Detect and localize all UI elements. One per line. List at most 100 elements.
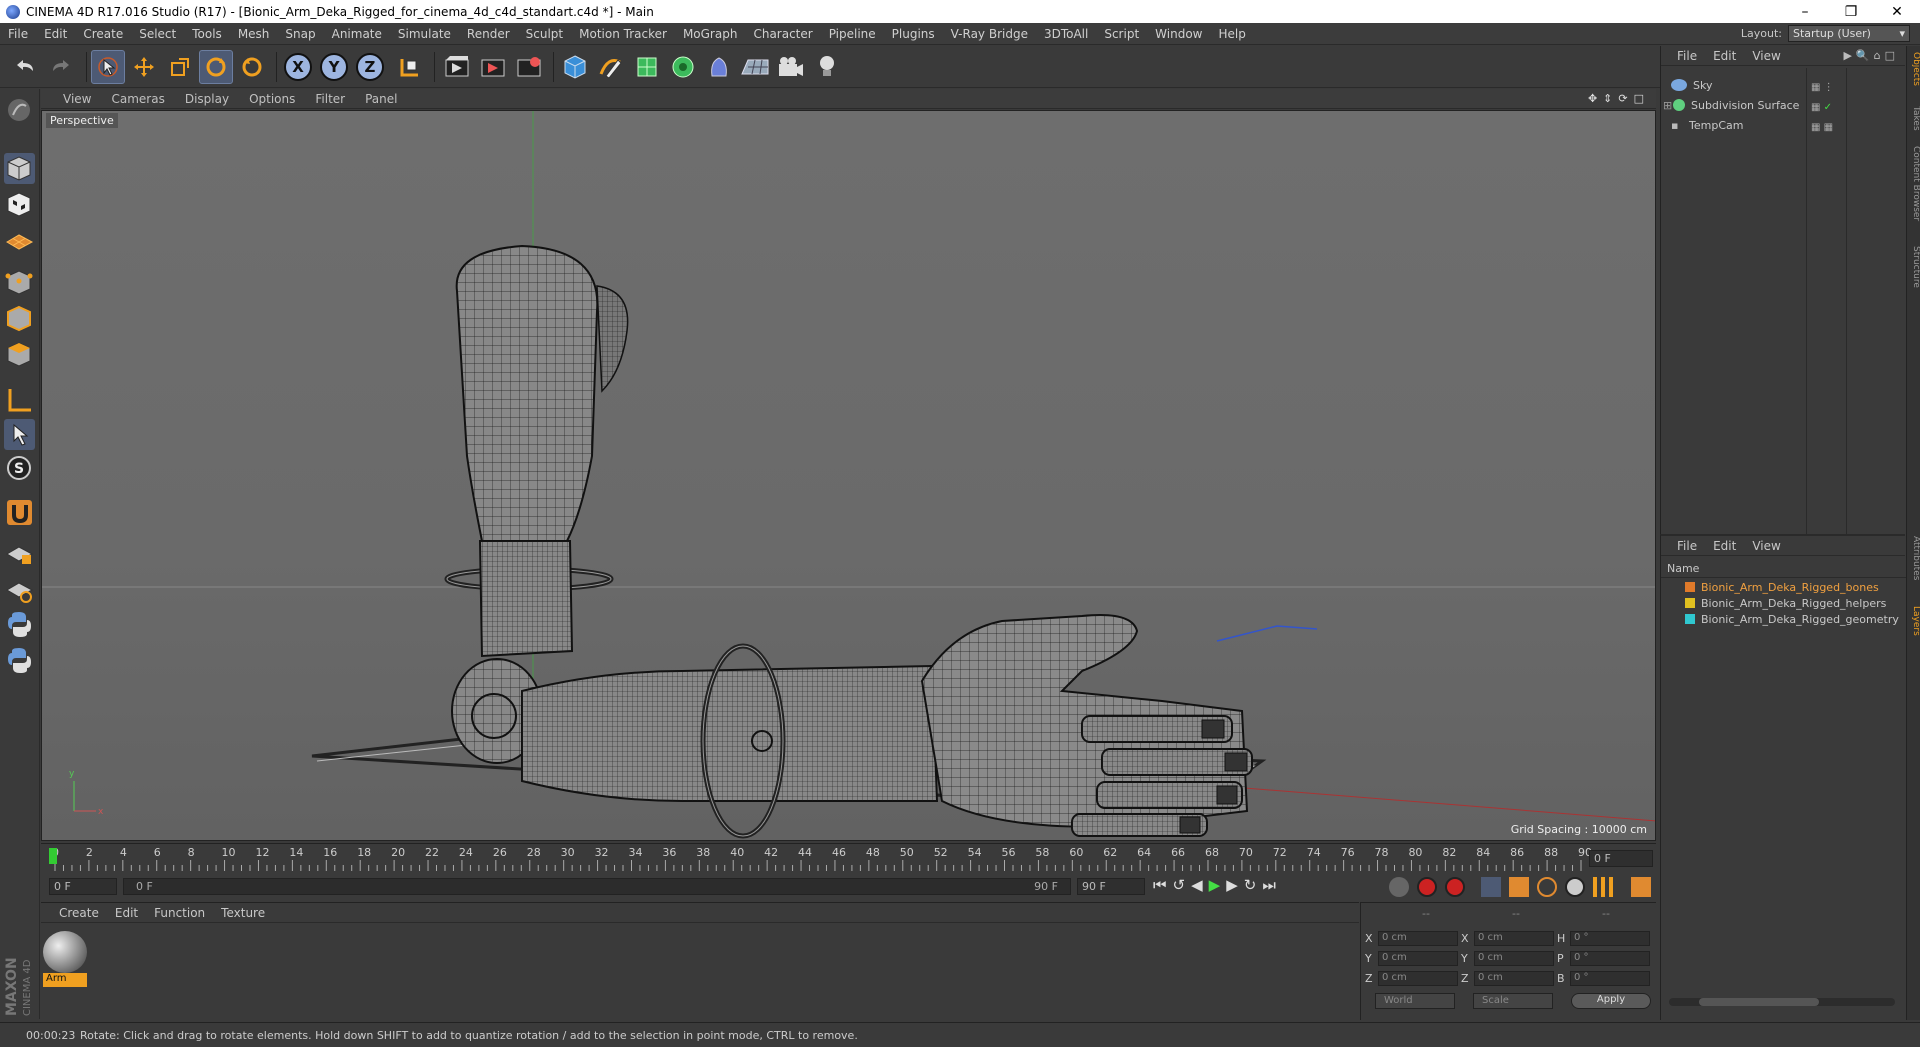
viewport-menu-view[interactable]: View bbox=[53, 92, 101, 106]
live-select-icon[interactable] bbox=[235, 50, 269, 84]
layer-row[interactable]: Bionic_Arm_Deka_Rigged_geometry bbox=[1661, 610, 1906, 628]
cube-primitive-icon[interactable] bbox=[558, 50, 592, 84]
previous-key-icon[interactable]: ↺ bbox=[1173, 876, 1186, 894]
scrollbar-thumb[interactable] bbox=[1699, 998, 1819, 1006]
undo-icon[interactable] bbox=[8, 50, 42, 84]
minimize-icon[interactable]: – bbox=[1782, 4, 1828, 20]
x-axis-lock-button[interactable]: X bbox=[284, 53, 312, 81]
viewport-menu-options[interactable]: Options bbox=[239, 92, 305, 106]
restore-icon[interactable]: ❐ bbox=[1828, 4, 1874, 20]
key-point-level-icon[interactable] bbox=[1593, 877, 1613, 897]
playhead[interactable] bbox=[49, 848, 57, 864]
play-icon[interactable]: ▶ bbox=[1209, 876, 1221, 894]
auto-keying-icon[interactable] bbox=[1445, 877, 1465, 897]
model-mode-icon[interactable] bbox=[4, 153, 35, 184]
object-flags[interactable]: ▦ ⋮ ▦ ✓ ▦ ▦ bbox=[1811, 78, 1841, 138]
coordinate-space-dropdown[interactable]: World bbox=[1375, 993, 1455, 1009]
close-icon[interactable]: ✕ bbox=[1874, 4, 1920, 20]
viewport-menu-display[interactable]: Display bbox=[175, 92, 239, 106]
tab-attributes[interactable]: Attributes bbox=[1907, 536, 1920, 580]
menu-3dtoall[interactable]: 3DToAll bbox=[1036, 27, 1096, 41]
locked-workplane-icon[interactable] bbox=[4, 537, 35, 568]
material-menu-function[interactable]: Function bbox=[146, 906, 213, 920]
rotation-p-field[interactable]: 0 ° bbox=[1570, 950, 1650, 966]
points-mode-icon[interactable] bbox=[4, 267, 35, 298]
menu-mograph[interactable]: MoGraph bbox=[675, 27, 746, 41]
menu-help[interactable]: Help bbox=[1210, 27, 1253, 41]
expand-icon[interactable]: ⊞ bbox=[1663, 99, 1672, 112]
object-row[interactable]: ▪ TempCam bbox=[1661, 116, 1906, 134]
record-disabled-icon[interactable] bbox=[1389, 877, 1409, 897]
viewport-nav-icons[interactable]: ✥⇕⟳□ bbox=[1588, 92, 1656, 105]
size-mode-dropdown[interactable]: Scale bbox=[1473, 993, 1553, 1009]
apply-button[interactable]: Apply bbox=[1571, 993, 1651, 1009]
previous-frame-icon[interactable]: ◀ bbox=[1191, 876, 1203, 894]
python-script-icon[interactable] bbox=[4, 609, 35, 640]
render-picture-viewer-icon[interactable] bbox=[476, 50, 510, 84]
size-z-field[interactable]: 0 cm bbox=[1474, 970, 1554, 986]
menu-sculpt[interactable]: Sculpt bbox=[518, 27, 571, 41]
deformer-icon[interactable] bbox=[702, 50, 736, 84]
rotation-b-field[interactable]: 0 ° bbox=[1570, 970, 1650, 986]
layer-menu-view[interactable]: View bbox=[1744, 539, 1788, 553]
object-toolbar-icons[interactable]: ▶🔍⌂□ bbox=[1843, 49, 1905, 62]
menu-motion-tracker[interactable]: Motion Tracker bbox=[571, 27, 675, 41]
scale-icon[interactable] bbox=[163, 50, 197, 84]
start-frame-field[interactable]: 0 F bbox=[49, 878, 117, 895]
tab-structure[interactable]: Structure bbox=[1907, 246, 1920, 288]
edges-mode-icon[interactable] bbox=[4, 303, 35, 334]
material-swatch[interactable]: Arm bbox=[43, 931, 87, 991]
go-to-start-icon[interactable]: ⏮ bbox=[1153, 876, 1167, 894]
object-row[interactable]: Sky bbox=[1661, 76, 1906, 94]
size-x-field[interactable]: 0 cm bbox=[1474, 930, 1554, 946]
menu-create[interactable]: Create bbox=[75, 27, 131, 41]
menu-script[interactable]: Script bbox=[1096, 27, 1147, 41]
menu-file[interactable]: File bbox=[0, 27, 36, 41]
menu-plugins[interactable]: Plugins bbox=[884, 27, 943, 41]
viewport-menu-panel[interactable]: Panel bbox=[355, 92, 407, 106]
rotate-icon[interactable] bbox=[199, 50, 233, 84]
next-frame-icon[interactable]: ▶ bbox=[1226, 876, 1238, 894]
preview-range-slider[interactable]: 0 F 90 F bbox=[123, 878, 1071, 895]
menu-select[interactable]: Select bbox=[131, 27, 184, 41]
timeline-window-icon[interactable] bbox=[1631, 877, 1651, 897]
layer-horizontal-scrollbar[interactable] bbox=[1669, 998, 1895, 1006]
magnet-icon[interactable] bbox=[4, 497, 35, 528]
object-menu-file[interactable]: File bbox=[1669, 49, 1705, 63]
go-to-end-icon[interactable]: ⏭ bbox=[1262, 876, 1276, 894]
light-icon[interactable] bbox=[810, 50, 844, 84]
viewport-menu-cameras[interactable]: Cameras bbox=[101, 92, 174, 106]
y-axis-lock-button[interactable]: Y bbox=[320, 53, 348, 81]
perspective-viewport[interactable]: Perspective y x Grid Spacing: 10000 cm bbox=[41, 110, 1656, 841]
menu-character[interactable]: Character bbox=[745, 27, 820, 41]
layer-color-swatch[interactable] bbox=[1685, 614, 1695, 624]
polygons-mode-icon[interactable] bbox=[4, 339, 35, 370]
menu-animate[interactable]: Animate bbox=[324, 27, 390, 41]
menu-render[interactable]: Render bbox=[459, 27, 518, 41]
z-axis-lock-button[interactable]: Z bbox=[356, 53, 384, 81]
tab-layers[interactable]: Layers bbox=[1907, 606, 1920, 636]
key-scale-icon[interactable] bbox=[1509, 877, 1529, 897]
key-parameter-icon[interactable] bbox=[1565, 877, 1585, 897]
object-menu-view[interactable]: View bbox=[1744, 49, 1788, 63]
pen-spline-icon[interactable] bbox=[594, 50, 628, 84]
position-x-field[interactable]: 0 cm bbox=[1378, 930, 1458, 946]
material-menu-edit[interactable]: Edit bbox=[107, 906, 146, 920]
menu-window[interactable]: Window bbox=[1147, 27, 1210, 41]
key-position-icon[interactable] bbox=[1481, 877, 1501, 897]
menu-mesh[interactable]: Mesh bbox=[230, 27, 278, 41]
rotation-h-field[interactable]: 0 ° bbox=[1570, 930, 1650, 946]
select-arrow-icon[interactable] bbox=[91, 50, 125, 84]
next-key-icon[interactable]: ↻ bbox=[1244, 876, 1257, 894]
record-keys-icon[interactable] bbox=[1417, 877, 1437, 897]
layer-column-header[interactable]: Name bbox=[1661, 560, 1906, 578]
tweak-mode-icon[interactable] bbox=[4, 419, 35, 450]
planar-workplane-icon[interactable] bbox=[4, 573, 35, 604]
timeline-ruler[interactable]: 0246810121416182022242628303234363840424… bbox=[41, 843, 1656, 873]
menu-snap[interactable]: Snap bbox=[277, 27, 323, 41]
redo-icon[interactable] bbox=[44, 50, 78, 84]
menu-pipeline[interactable]: Pipeline bbox=[821, 27, 884, 41]
viewport-menu-filter[interactable]: Filter bbox=[305, 92, 355, 106]
render-settings-icon[interactable] bbox=[512, 50, 546, 84]
layer-menu-file[interactable]: File bbox=[1669, 539, 1705, 553]
